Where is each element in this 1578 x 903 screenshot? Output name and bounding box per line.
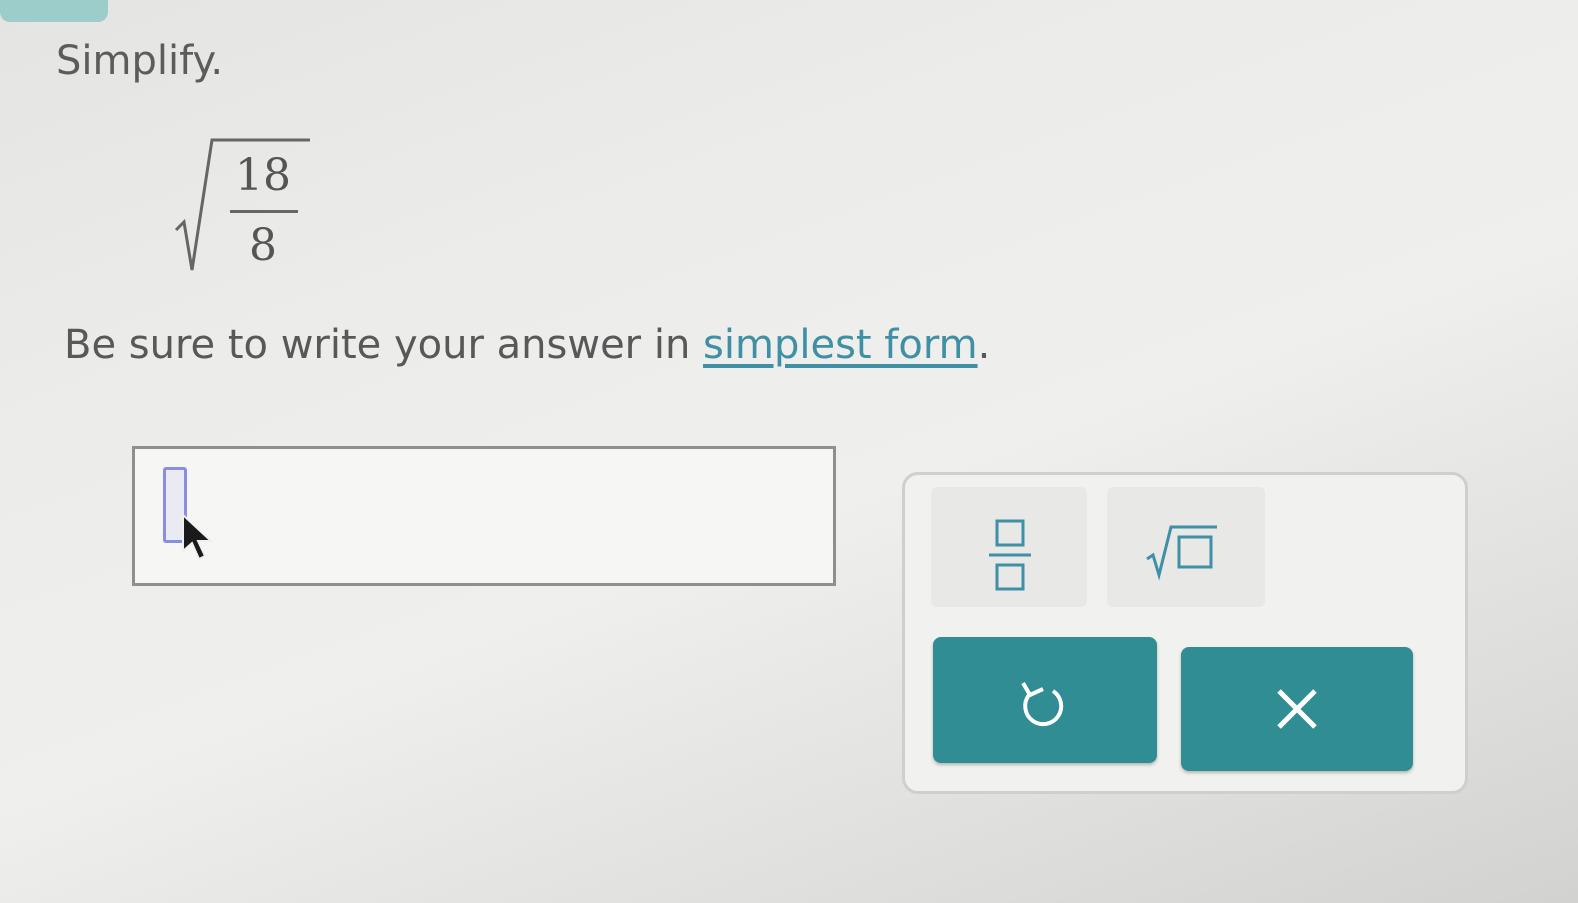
fraction-key[interactable] <box>931 487 1087 607</box>
undo-button[interactable] <box>933 637 1157 763</box>
mouse-pointer-icon <box>182 513 214 561</box>
undo-icon <box>1021 681 1064 727</box>
square-root-key[interactable] <box>1107 487 1265 607</box>
math-keypad <box>902 472 1468 794</box>
fraction-template-icon <box>989 519 1031 591</box>
close-icon <box>1277 689 1317 729</box>
problem-expression: 18 8 <box>172 130 322 280</box>
simplest-form-link[interactable]: simplest form <box>703 322 978 368</box>
top-tab[interactable] <box>0 0 108 22</box>
note-suffix: . <box>977 322 991 368</box>
numerator: 18 <box>235 150 291 201</box>
denominator: 8 <box>249 220 277 271</box>
answer-input[interactable] <box>132 446 836 586</box>
square-root-template-icon <box>1146 525 1217 581</box>
instruction-text: Simplify. <box>56 38 224 84</box>
form-note: Be sure to write your answer in simplest… <box>64 322 990 368</box>
clear-button[interactable] <box>1181 647 1413 771</box>
fraction-bar <box>230 210 298 213</box>
note-prefix: Be sure to write your answer in <box>64 322 704 368</box>
